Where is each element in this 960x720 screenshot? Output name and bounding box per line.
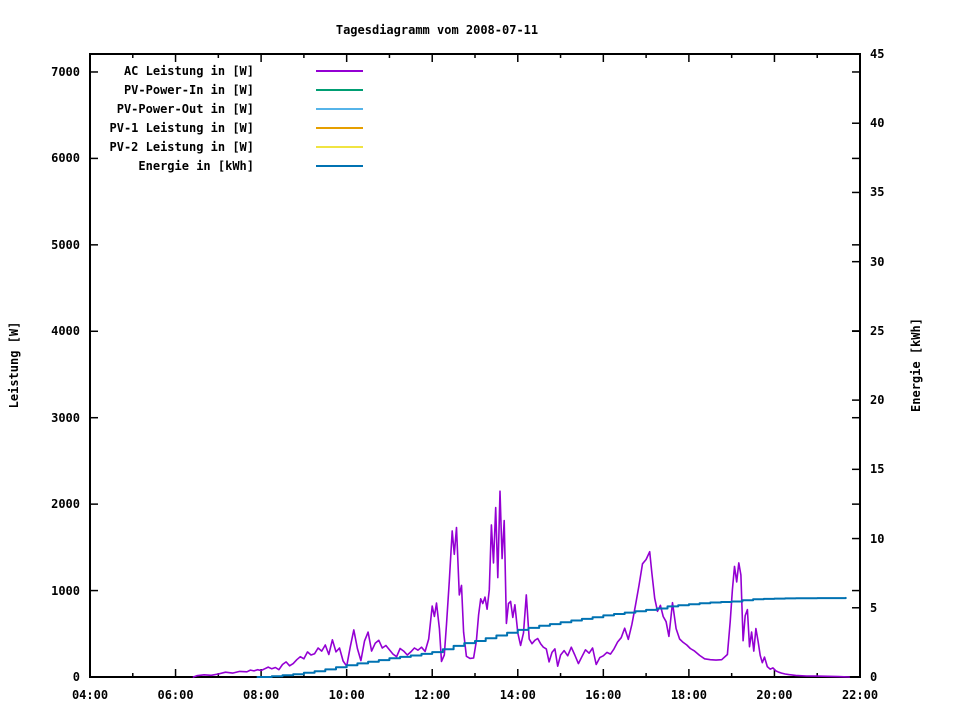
legend-label: PV-1 Leistung in [W] [109,121,255,135]
y1-tick-label: 0 [72,670,80,684]
y2-tick-label: 30 [870,254,885,269]
x-tick-label: 04:00 [71,688,109,702]
y1-tick-label: 4000 [51,324,80,339]
x-tick-label: 22:00 [841,688,879,702]
legend-row: PV-1 Leistung in [W] [90,120,366,136]
legend-line-sample [316,70,363,72]
x-tick-label: 14:00 [499,688,536,702]
x-tick-label: 20:00 [756,688,793,702]
y2-tick-label: 40 [870,116,885,131]
y2-tick-label: 0 [870,670,878,684]
x-tick-label: 06:00 [157,688,194,702]
y2-tick-label: 35 [870,185,885,200]
y1-tick-label: 7000 [51,64,80,79]
x-tick-label: 18:00 [670,688,707,702]
x-tick-label: 10:00 [328,688,365,702]
y1-tick-label: 6000 [51,151,80,166]
y2-tick-label: 45 [870,47,885,61]
legend-row: PV-2 Leistung in [W] [90,139,366,155]
y2-tick-label: 5 [870,600,878,615]
y2-tick-label: 10 [870,531,885,546]
x-tick-label: 08:00 [243,688,280,702]
legend-row: AC Leistung in [W] [90,63,366,79]
y2-tick-label: 15 [870,462,885,477]
legend-line-sample [316,127,363,129]
y2-tick-label: 20 [870,393,885,408]
y1-tick-label: 3000 [51,410,80,425]
y1-tick-label: 2000 [51,497,80,512]
y2-tick-label: 25 [870,323,885,338]
legend-line-sample [316,108,363,110]
legend-label: PV-Power-In in [W] [123,83,254,97]
legend-line-sample [316,165,363,167]
series-ac-leistung-in-w- [192,490,851,678]
y1-tick-label: 1000 [51,583,80,598]
legend-label: Energie in [kWh] [138,159,254,173]
legend-label: PV-2 Leistung in [W] [109,140,255,154]
x-tick-label: 12:00 [414,688,451,702]
legend-label: PV-Power-Out in [W] [116,102,254,116]
legend-line-sample [316,89,363,91]
legend-line-sample [316,146,363,148]
y1-tick-label: 5000 [51,237,80,252]
legend-row: Energie in [kWh] [90,158,366,174]
x-tick-label: 16:00 [585,688,622,702]
chart-canvas: Tagesdiagramm vom 2008-07-11 Leistung [W… [0,0,960,720]
legend-label: AC Leistung in [W] [123,64,254,78]
legend-row: PV-Power-In in [W] [90,82,366,98]
legend-row: PV-Power-Out in [W] [90,101,366,117]
